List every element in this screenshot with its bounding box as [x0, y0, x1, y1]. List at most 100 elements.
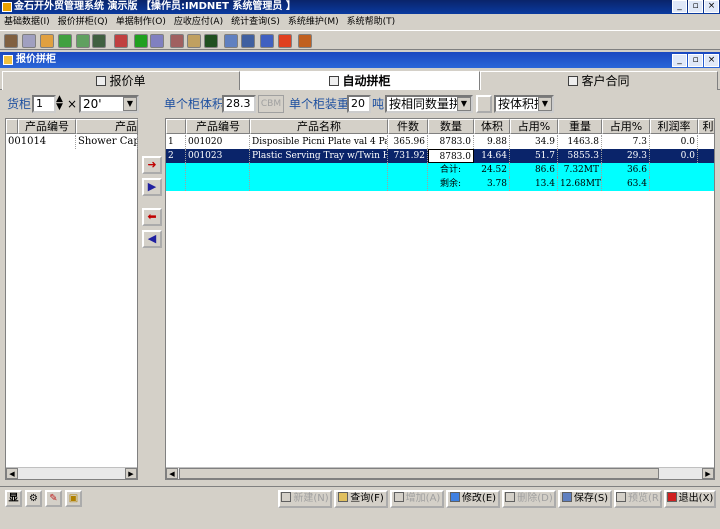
exit-button[interactable]: 退出(X) [664, 490, 716, 508]
chevron-down-icon: ▼ [457, 97, 471, 111]
preview-button[interactable]: 预览(R) [614, 490, 663, 508]
product-list[interactable]: 产品编号 产品 001014 Shower Cap ◀ ▶ [5, 118, 138, 480]
display-toggle[interactable]: 显 [5, 490, 22, 507]
header-product-code[interactable]: 产品编号 [18, 119, 76, 134]
add-all-button[interactable]: ▶ [142, 178, 162, 196]
cell-quantity-edit[interactable]: 8783.0 [428, 149, 474, 163]
weight-input[interactable]: 20 [347, 95, 371, 113]
list-item[interactable]: 001014 [6, 135, 76, 149]
mode-value: 按相同数量拼 [389, 97, 462, 111]
tab-auto-container[interactable]: 自动拼柜 [240, 71, 480, 90]
header-profit[interactable]: 利 [698, 119, 714, 134]
tab-strip: 报价单 自动拼柜 客户合同 [0, 70, 720, 90]
scroll-right-icon[interactable]: ▶ [125, 468, 137, 479]
header-volume[interactable]: 体积 [474, 119, 510, 134]
settings-icon[interactable]: ⚙ [25, 490, 42, 507]
menu-receivables[interactable]: 应收应付(A) [170, 14, 227, 30]
header-product-name[interactable]: 产品名称 [250, 119, 388, 134]
calculate-icon[interactable] [476, 95, 492, 113]
button-label: 删除(D) [517, 493, 553, 504]
add-one-button[interactable]: ➜ [142, 156, 162, 174]
scroll-left-icon[interactable]: ◀ [6, 468, 18, 479]
edit-icon[interactable]: ✎ [45, 490, 62, 507]
volume-unit: CBM [258, 95, 284, 113]
sub-minimize-button[interactable]: _ [672, 54, 687, 67]
scroll-thumb[interactable] [179, 468, 659, 479]
table-row[interactable]: 1 001020 Disposible Picni Plate val 4 Pa… [166, 135, 714, 149]
image-icon[interactable] [58, 34, 72, 48]
app-title-bar: 金石开外贸管理系统 演示版 【操作员:IMDNET 系统管理员 】 [0, 0, 720, 14]
tab-contract[interactable]: 客户合同 [480, 71, 718, 90]
right-scrollbar[interactable]: ◀ ▶ [166, 467, 714, 479]
scroll-left-icon[interactable]: ◀ [166, 468, 178, 479]
contract-icon [568, 76, 579, 86]
book-icon[interactable] [114, 34, 128, 48]
remove-one-button[interactable]: ⬅ [142, 208, 162, 226]
header-quantity[interactable]: 数量 [428, 119, 474, 134]
header-product-code[interactable]: 产品编号 [186, 119, 250, 134]
cell-profit-rate: 0.0 [650, 149, 698, 163]
database-icon[interactable] [22, 34, 36, 48]
new-button[interactable]: 新建(N) [278, 490, 332, 508]
sub-close-button[interactable]: × [704, 54, 719, 67]
anchor-icon[interactable] [241, 34, 255, 48]
help-icon[interactable] [260, 34, 274, 48]
header-vol-percent[interactable]: 占用% [510, 119, 558, 134]
board-icon[interactable] [204, 34, 218, 48]
container-grid[interactable]: 产品编号 产品名称 件数 数量 体积 占用% 重量 占用% 利润率 利 1 00… [165, 118, 715, 480]
header-weight[interactable]: 重量 [558, 119, 602, 134]
list-item[interactable]: Shower Cap [76, 135, 138, 149]
package-icon[interactable] [187, 34, 201, 48]
volume-input[interactable]: 28.3 [222, 95, 256, 113]
new-icon [281, 492, 292, 502]
total-vol-percent: 86.6 [510, 163, 558, 177]
preview-icon [616, 492, 626, 502]
remaining-label: 剩余: [440, 179, 462, 189]
remove-all-button[interactable]: ◀ [142, 230, 162, 248]
people-icon[interactable] [76, 34, 90, 48]
menu-system[interactable]: 系统维护(M) [284, 14, 343, 30]
main-toolbar [0, 30, 720, 50]
briefcase-icon[interactable] [92, 34, 106, 48]
tree-icon[interactable] [134, 34, 148, 48]
minimize-button[interactable]: _ [672, 0, 687, 13]
mode-select[interactable]: 按相同数量拼 ▼ [385, 95, 473, 113]
query-button[interactable]: 查询(F) [334, 490, 388, 508]
menu-quote[interactable]: 报价拼柜(Q) [54, 14, 112, 30]
tools-icon[interactable] [170, 34, 184, 48]
delete-button[interactable]: 删除(D) [502, 490, 556, 508]
method-select[interactable]: 按体积拼 ▼ [494, 95, 554, 113]
count-spinner[interactable]: ▲ ▼ [56, 95, 66, 113]
monitor-icon[interactable] [224, 34, 238, 48]
sub-maximize-button[interactable]: ▫ [688, 54, 703, 67]
close-button[interactable]: × [704, 0, 719, 13]
left-scrollbar[interactable]: ◀ ▶ [6, 467, 137, 479]
container-count-input[interactable]: 1 [32, 95, 56, 113]
table-row-selected[interactable]: 2 001023 Plastic Serving Tray w/Twin Hai… [166, 149, 714, 163]
header-wt-percent[interactable]: 占用% [602, 119, 650, 134]
header-profit-rate[interactable]: 利润率 [650, 119, 698, 134]
network-icon[interactable] [150, 34, 164, 48]
tab-quote[interactable]: 报价单 [2, 71, 240, 90]
exit-icon[interactable] [298, 34, 312, 48]
bank-icon[interactable] [4, 34, 18, 48]
menu-documents[interactable]: 单据制作(O) [112, 14, 170, 30]
header-pieces[interactable]: 件数 [388, 119, 428, 134]
print-icon[interactable]: ▣ [65, 490, 82, 507]
cell-code: 001020 [186, 135, 250, 149]
maximize-button[interactable]: ▫ [688, 0, 703, 13]
button-label: 新建(N) [293, 493, 329, 504]
pointer-icon[interactable] [278, 34, 292, 48]
user-icon[interactable] [40, 34, 54, 48]
scroll-right-icon[interactable]: ▶ [702, 468, 714, 479]
menu-statistics[interactable]: 统计查询(S) [227, 14, 284, 30]
search-icon [338, 492, 349, 502]
container-type-select[interactable]: 20' ▼ [79, 95, 139, 113]
remaining-volume: 3.78 [474, 177, 510, 191]
modify-button[interactable]: 修改(E) [446, 490, 500, 508]
menu-basic-data[interactable]: 基础数据(I) [0, 14, 54, 30]
save-button[interactable]: 保存(S) [558, 490, 612, 508]
add-button[interactable]: 增加(A) [390, 490, 444, 508]
header-product[interactable]: 产品 [76, 119, 138, 134]
menu-help[interactable]: 系统帮助(T) [343, 14, 400, 30]
